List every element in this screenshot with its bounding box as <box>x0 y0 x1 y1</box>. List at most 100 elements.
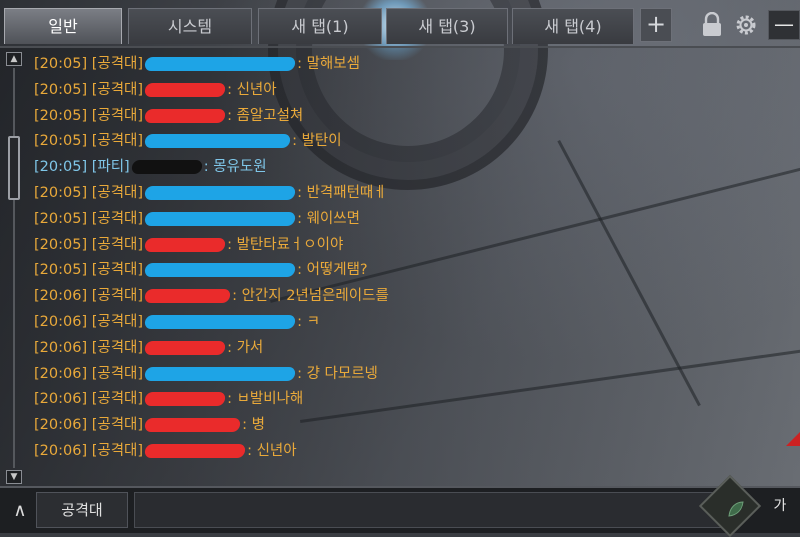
add-tab-button[interactable]: + <box>640 8 672 42</box>
message-separator: : <box>227 236 237 253</box>
chat-message: [20:06] [공격대]: 병 <box>34 413 794 439</box>
scroll-track[interactable] <box>13 68 15 468</box>
redacted-username[interactable] <box>144 185 297 200</box>
message-text: 병 <box>251 417 265 434</box>
message-separator: : <box>227 339 237 356</box>
chat-tab-bar: 일반 시스템 새 탭(1) 새 탭(3) 새 탭(4) + — <box>0 0 800 46</box>
lock-icon[interactable] <box>700 12 724 38</box>
message-channel[interactable]: [파티] <box>92 159 130 175</box>
chat-scrollbar[interactable]: ▲ ▼ <box>4 52 24 484</box>
message-channel[interactable]: [공격대] <box>92 340 143 356</box>
message-timestamp: [20:05] <box>34 107 88 124</box>
message-separator: : <box>297 365 307 382</box>
chat-message: [20:05] [공격대]: 어떻게탬? <box>34 258 794 284</box>
message-text: 발탄이 <box>301 133 342 150</box>
message-separator: : <box>297 56 307 72</box>
message-channel[interactable]: [공격대] <box>92 108 143 124</box>
message-timestamp: [20:05] <box>34 262 88 279</box>
message-timestamp: [20:05] <box>34 184 88 201</box>
message-channel[interactable]: [공격대] <box>92 237 143 253</box>
message-timestamp: [20:06] <box>34 417 88 434</box>
message-channel[interactable]: [공격대] <box>92 211 143 227</box>
chat-input-bar: ∧ 공격대 <box>0 486 800 533</box>
redacted-username[interactable] <box>130 160 203 175</box>
scroll-down-button[interactable]: ▼ <box>6 470 22 484</box>
message-text: 어떻게탬? <box>306 262 368 279</box>
message-text: 신년아 <box>236 81 277 98</box>
redacted-username[interactable] <box>144 57 297 71</box>
chat-message: [20:06] [공격대]: ㅂ발비나해 <box>34 387 794 413</box>
channel-select[interactable]: 공격대 <box>36 492 128 528</box>
message-text: 가서 <box>236 339 264 356</box>
message-channel[interactable]: [공격대] <box>92 417 143 433</box>
redacted-username[interactable] <box>144 211 297 226</box>
redacted-username[interactable] <box>144 418 242 433</box>
message-text: 웨이쓰면 <box>306 210 360 227</box>
redacted-username[interactable] <box>144 392 227 407</box>
message-text: ㅋ <box>306 313 320 330</box>
message-separator: : <box>297 313 307 330</box>
message-separator: : <box>297 184 307 201</box>
redacted-username[interactable] <box>144 443 247 458</box>
chat-message: [20:05] [공격대]: 말해보셈 <box>34 52 794 78</box>
expand-chat-button[interactable]: ∧ <box>6 496 34 526</box>
message-channel[interactable]: [공격대] <box>92 314 143 330</box>
message-separator: : <box>297 210 307 227</box>
redacted-username[interactable] <box>144 108 227 123</box>
chat-message: [20:06] [공격대]: 안간지 2년넘은레이드를 <box>34 284 794 310</box>
chat-message: [20:05] [공격대]: 좀알고설쳐 <box>34 104 794 130</box>
message-separator: : <box>227 107 237 124</box>
message-timestamp: [20:06] <box>34 339 88 356</box>
scroll-up-button[interactable]: ▲ <box>6 52 22 66</box>
chat-message: [20:05] [공격대]: 웨이쓰면 <box>34 207 794 233</box>
tab-new-3[interactable]: 새 탭(3) <box>386 8 508 44</box>
message-channel[interactable]: [공격대] <box>92 443 143 459</box>
message-channel[interactable]: [공격대] <box>92 56 143 72</box>
chat-input[interactable] <box>134 492 724 528</box>
chat-message: [20:06] [공격대]: ㅋ <box>34 310 794 336</box>
redacted-username[interactable] <box>144 366 297 381</box>
message-channel[interactable]: [공격대] <box>92 366 143 382</box>
chat-message: [20:05] [파티]: 몽유도원 <box>34 155 794 181</box>
message-timestamp: [20:06] <box>34 391 88 408</box>
redacted-username[interactable] <box>144 314 297 329</box>
redacted-username[interactable] <box>144 340 227 355</box>
scroll-thumb[interactable] <box>8 136 20 200</box>
tab-system[interactable]: 시스템 <box>128 8 252 44</box>
tab-new-4[interactable]: 새 탭(4) <box>512 8 634 44</box>
tab-new-1[interactable]: 새 탭(1) <box>258 8 382 44</box>
redacted-username[interactable] <box>144 289 232 304</box>
chat-message: [20:05] [공격대]: 신년아 <box>34 78 794 104</box>
chat-message: [20:05] [공격대]: 반격패턴때ㅔ <box>34 181 794 207</box>
tab-general[interactable]: 일반 <box>4 8 122 44</box>
redacted-username[interactable] <box>144 82 227 97</box>
message-separator: : <box>297 262 307 279</box>
chat-message: [20:05] [공격대]: 발탄타료ㅓㅇ이야 <box>34 233 794 259</box>
gear-icon[interactable] <box>733 12 759 38</box>
message-timestamp: [20:06] <box>34 365 88 382</box>
message-channel[interactable]: [공격대] <box>92 391 143 407</box>
message-text: 반격패턴때ㅔ <box>306 184 387 201</box>
redacted-username[interactable] <box>144 263 297 278</box>
redacted-username[interactable] <box>144 134 292 149</box>
leaf-icon <box>728 501 744 517</box>
message-channel[interactable]: [공격대] <box>92 82 143 98</box>
message-text: 신년아 <box>256 442 297 459</box>
message-text: 말해보셈 <box>306 56 360 72</box>
minimize-button[interactable]: — <box>768 10 800 40</box>
message-timestamp: [20:05] <box>34 133 88 150</box>
alert-marker <box>786 432 800 446</box>
message-timestamp: [20:06] <box>34 313 88 330</box>
message-channel[interactable]: [공격대] <box>92 262 143 278</box>
message-text: 좀알고설쳐 <box>236 107 304 124</box>
message-channel[interactable]: [공격대] <box>92 133 143 149</box>
chat-message-list: [20:05] [공격대]: 말해보셈 [20:05] [공격대]: 신년아 [20… <box>34 52 794 465</box>
redacted-username[interactable] <box>144 237 227 252</box>
message-timestamp: [20:05] <box>34 56 88 72</box>
message-timestamp: [20:06] <box>34 288 88 305</box>
message-text: 걍 다모르넹 <box>306 365 378 382</box>
chat-message: [20:06] [공격대]: 걍 다모르넹 <box>34 362 794 388</box>
message-separator: : <box>203 159 214 176</box>
message-channel[interactable]: [공격대] <box>92 288 143 304</box>
message-channel[interactable]: [공격대] <box>92 185 143 201</box>
